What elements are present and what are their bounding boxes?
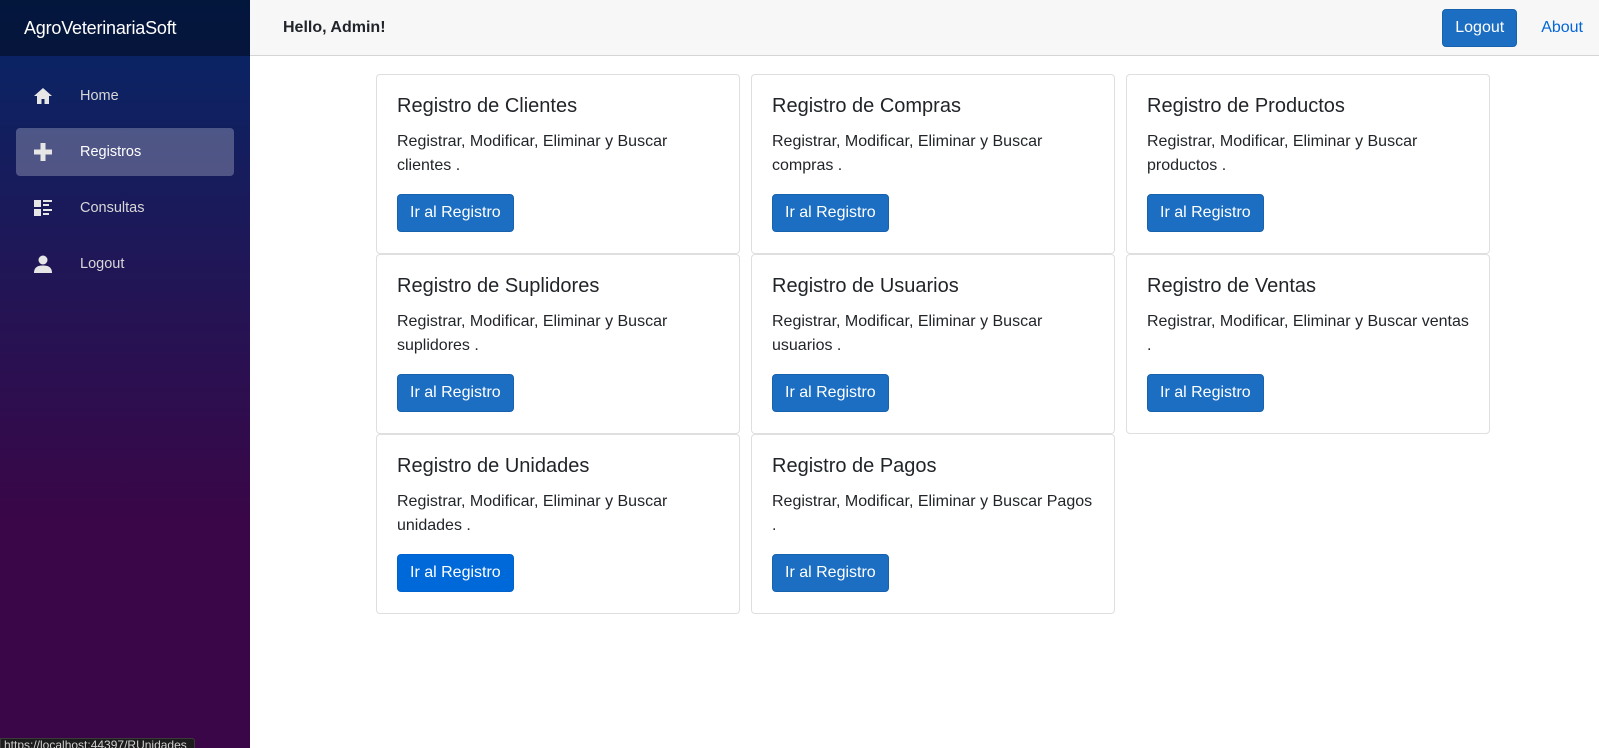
ir-al-registro-button[interactable]: Ir al Registro (1147, 194, 1264, 232)
card-unidades: Registro de Unidades Registrar, Modifica… (376, 434, 740, 614)
top-bar-actions: Logout About (1442, 8, 1583, 47)
card-text: Registrar, Modificar, Eliminar y Buscar … (1147, 313, 1469, 354)
ir-al-registro-button[interactable]: Ir al Registro (397, 194, 514, 232)
card-title: Registro de Unidades (397, 455, 590, 477)
card-clientes: Registro de Clientes Registrar, Modifica… (376, 74, 740, 254)
ir-al-registro-button[interactable]: Ir al Registro (397, 554, 514, 592)
card-ventas: Registro de Ventas Registrar, Modificar,… (1126, 254, 1490, 434)
plus-icon (32, 142, 54, 162)
sidebar: AgroVeterinariaSoft Home Registros Consu… (0, 0, 250, 748)
card-title: Registro de Productos (1147, 95, 1345, 117)
card-compras: Registro de Compras Registrar, Modificar… (751, 74, 1115, 254)
card-text: Registrar, Modificar, Eliminar y Buscar … (772, 493, 1093, 534)
card-text: Registrar, Modificar, Eliminar y Buscar … (397, 493, 668, 534)
card-text: Registrar, Modificar, Eliminar y Buscar … (772, 133, 1043, 174)
sidebar-item-consultas[interactable]: Consultas (16, 184, 234, 232)
card-text: Registrar, Modificar, Eliminar y Buscar … (397, 313, 668, 354)
sidebar-item-label: Home (80, 88, 119, 104)
card-usuarios: Registro de Usuarios Registrar, Modifica… (751, 254, 1115, 434)
ir-al-registro-button[interactable]: Ir al Registro (772, 194, 889, 232)
ir-al-registro-button[interactable]: Ir al Registro (772, 554, 889, 592)
card-pagos: Registro de Pagos Registrar, Modificar, … (751, 434, 1115, 614)
card-title: Registro de Ventas (1147, 275, 1316, 297)
card-text: Registrar, Modificar, Eliminar y Buscar … (397, 133, 668, 174)
card-title: Registro de Clientes (397, 95, 578, 117)
sidebar-item-label: Logout (80, 256, 125, 272)
card-title: Registro de Usuarios (772, 275, 959, 297)
brand-title[interactable]: AgroVeterinariaSoft (24, 18, 176, 39)
sidebar-item-home[interactable]: Home (16, 72, 234, 120)
sidebar-item-logout[interactable]: Logout (16, 240, 234, 288)
card-productos: Registro de Productos Registrar, Modific… (1126, 74, 1490, 254)
registros-grid: Registro de Clientes Registrar, Modifica… (376, 74, 1490, 614)
card-title: Registro de Pagos (772, 455, 937, 477)
sidebar-item-registros[interactable]: Registros (16, 128, 234, 176)
home-icon (32, 86, 54, 106)
sidebar-nav: Home Registros Consultas Logout (0, 56, 250, 288)
card-suplidores: Registro de Suplidores Registrar, Modifi… (376, 254, 740, 434)
logout-button[interactable]: Logout (1442, 8, 1518, 47)
top-bar: Hello, Admin! Logout About (250, 0, 1599, 56)
card-title: Registro de Compras (772, 95, 961, 117)
sidebar-item-label: Registros (80, 144, 142, 160)
about-link[interactable]: About (1541, 19, 1583, 37)
person-icon (32, 254, 54, 274)
ir-al-registro-button[interactable]: Ir al Registro (772, 374, 889, 412)
brand-bar: AgroVeterinariaSoft (0, 0, 250, 56)
ir-al-registro-button[interactable]: Ir al Registro (397, 374, 514, 412)
list-icon (32, 198, 54, 218)
greeting-text: Hello, Admin! (283, 18, 386, 36)
browser-status-url: https://localhost:44397/RUnidades (0, 738, 195, 748)
sidebar-item-label: Consultas (80, 200, 145, 216)
card-text: Registrar, Modificar, Eliminar y Buscar … (772, 313, 1043, 354)
card-text: Registrar, Modificar, Eliminar y Buscar … (1147, 133, 1418, 174)
app-window: AgroVeterinariaSoft Home Registros Consu… (0, 0, 1599, 748)
ir-al-registro-button[interactable]: Ir al Registro (1147, 374, 1264, 412)
card-title: Registro de Suplidores (397, 275, 600, 297)
